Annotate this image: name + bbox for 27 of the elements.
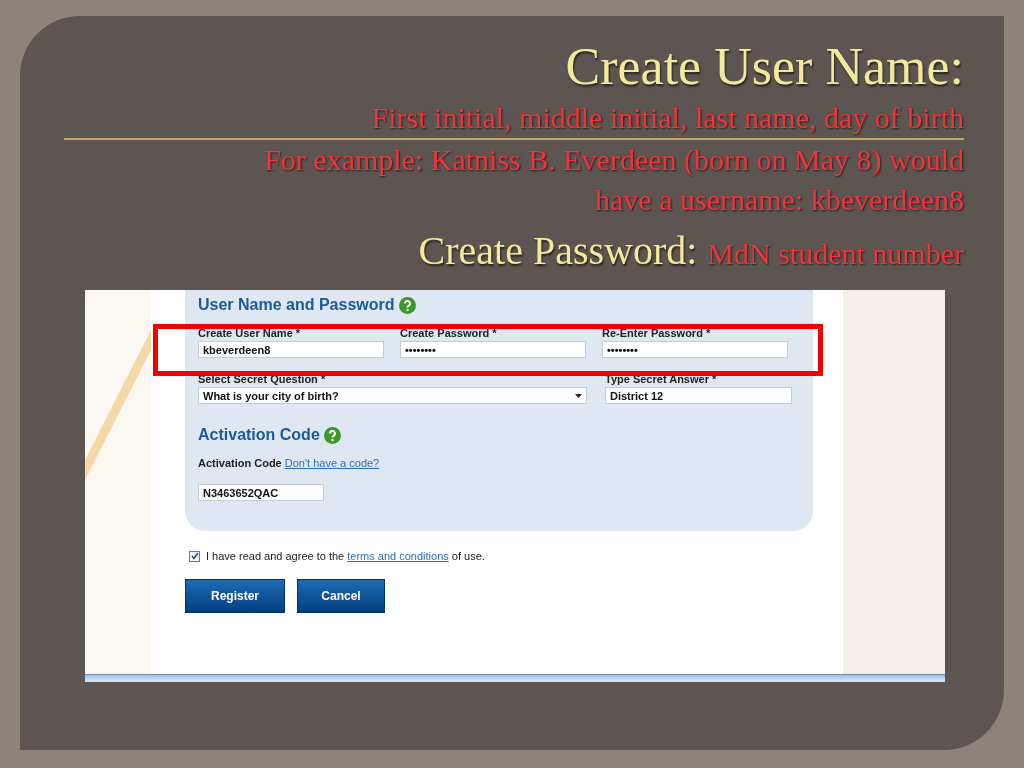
slide-note: MdN student number	[707, 237, 964, 271]
field-label: Create Password *	[400, 327, 498, 340]
input-field[interactable]: N3463652QAC	[198, 484, 324, 501]
help-icon[interactable]	[398, 296, 416, 314]
register-button[interactable]: Register	[185, 579, 285, 613]
input-field[interactable]: ••••••••	[400, 341, 586, 358]
input-field[interactable]: kbeverdeen8	[198, 341, 384, 358]
slide-heading: Create User Name:	[565, 40, 964, 94]
input-field[interactable]: ••••••••	[602, 341, 788, 358]
agreement-text: I have read and agree to the terms and conditions of use.	[206, 550, 485, 562]
field-label: Create User Name *	[198, 327, 302, 340]
section-title: Activation Code	[198, 425, 320, 445]
help-icon[interactable]	[323, 426, 341, 444]
slide-note: For example: Katniss B. Everdeen (born on May 8) would	[264, 142, 964, 178]
dropdown-arrow-icon	[575, 393, 582, 398]
slide-heading: Create Password:	[418, 227, 698, 275]
help-link[interactable]: Don't have a code?	[284, 457, 380, 469]
field-label: Re-Enter Password *	[602, 327, 712, 340]
section-title: User Name and Password	[198, 295, 395, 315]
slide-note: First initial, middle initial, last name, day of birth	[371, 100, 964, 136]
slide-note: have a username: kbeverdeen8	[595, 182, 964, 218]
cancel-button[interactable]: Cancel	[297, 579, 385, 613]
terms-link[interactable]: terms and conditions	[347, 550, 449, 562]
dropdown[interactable]: What is your city of birth?	[198, 387, 587, 404]
input-field[interactable]: District 12	[605, 387, 792, 404]
field-label: Activation Code Don't have a code?	[198, 457, 381, 469]
checkbox[interactable]	[189, 550, 200, 562]
